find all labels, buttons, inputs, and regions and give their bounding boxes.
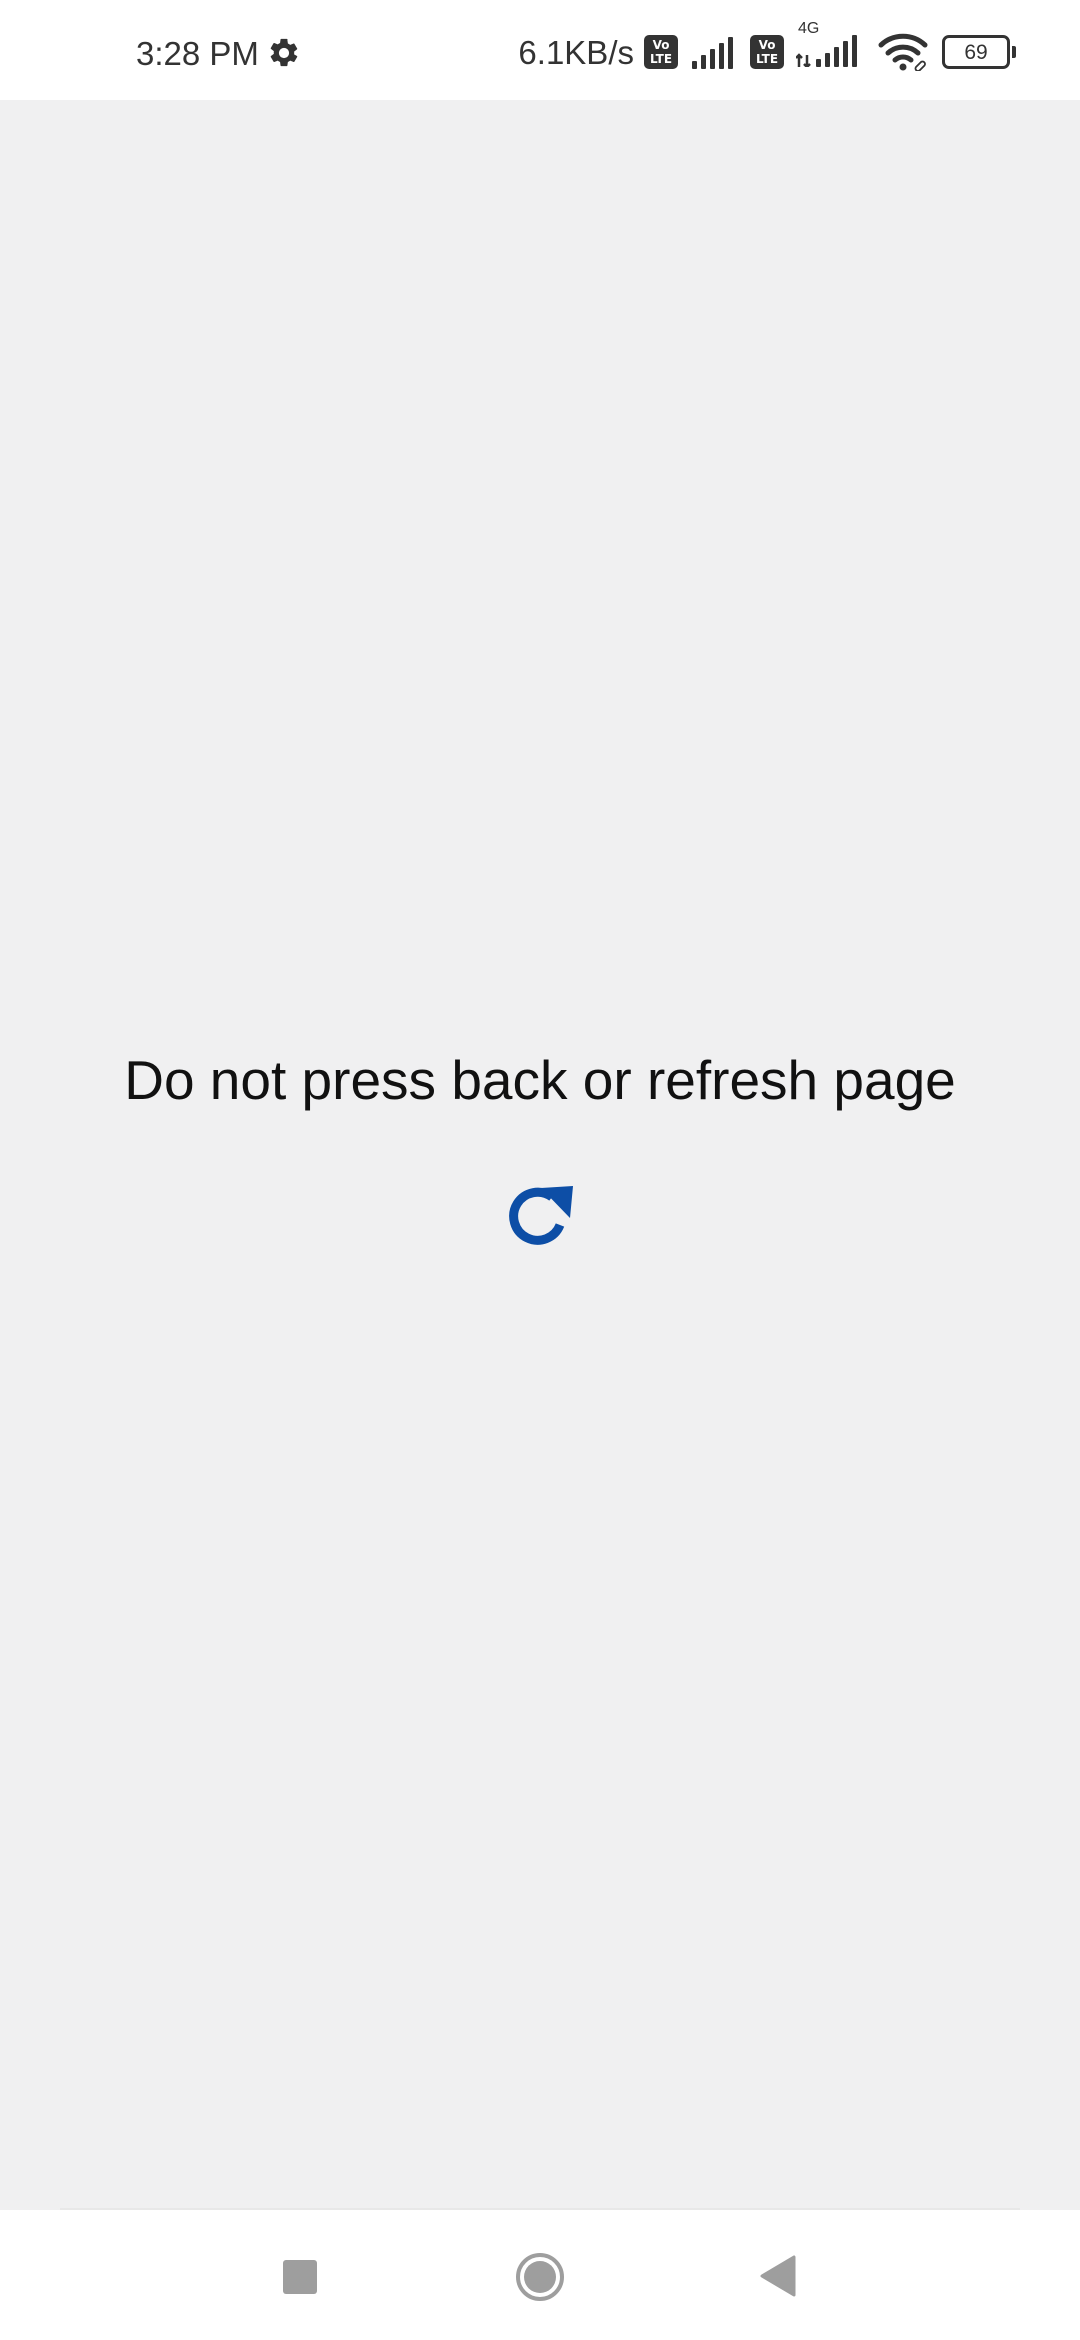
wifi-icon [878, 33, 928, 71]
refresh-icon [509, 1186, 573, 1245]
home-button[interactable] [515, 2252, 565, 2302]
signal-icon-sim2 [795, 34, 857, 69]
signal-icon [692, 37, 733, 69]
network-speed: 6.1KB/s [518, 33, 634, 71]
battery-tip [1012, 46, 1016, 58]
volte-icon: Vo LTE [644, 35, 678, 69]
battery-level: 69 [964, 40, 988, 64]
volte-line-2: LTE [649, 52, 673, 66]
status-time: 3:28 PM [136, 34, 259, 72]
volte2-line-1: Vo [758, 38, 776, 52]
nav-divider [60, 2208, 1020, 2210]
back-button[interactable] [760, 2255, 796, 2297]
status-bar: 3:28 PM 6.1KB/s Vo LTE Vo LTE 4G 69 [0, 0, 1080, 100]
battery-icon: 69 [942, 35, 1016, 69]
settings-gear-icon [270, 38, 298, 67]
volte2-line-2: LTE [755, 52, 779, 66]
volte-icon-sim2: Vo LTE [750, 35, 784, 69]
warning-message: Do not press back or refresh page [124, 1049, 956, 1111]
status-left: 3:28 PM [136, 36, 301, 70]
navigation-bar [0, 2208, 1080, 2340]
volte-line-1: Vo [652, 38, 670, 52]
network-type-label: 4G [798, 19, 820, 37]
status-right: 6.1KB/s Vo LTE Vo LTE 4G 69 [518, 20, 1016, 74]
recent-apps-button[interactable] [283, 2260, 317, 2294]
signal-sim2: 4G [795, 20, 862, 72]
